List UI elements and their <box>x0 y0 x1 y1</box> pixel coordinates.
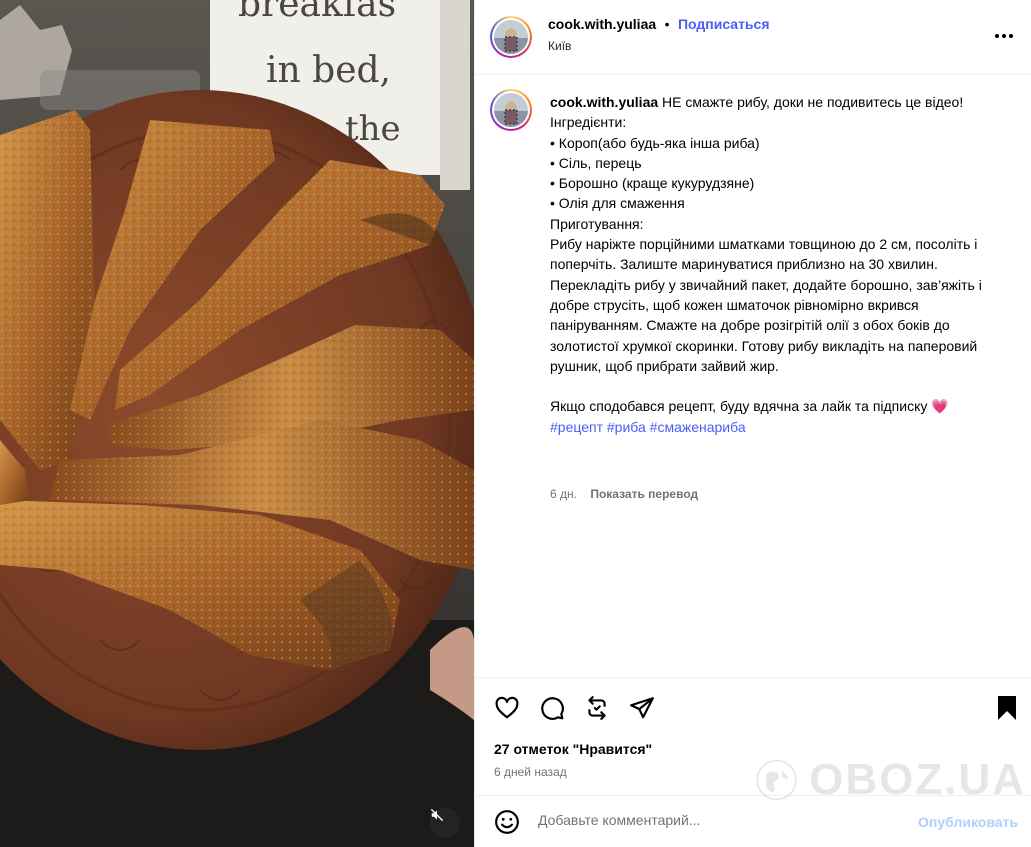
like-button[interactable] <box>493 694 521 722</box>
comment-icon <box>541 697 564 720</box>
bookmark-icon <box>998 696 1016 720</box>
caption-line: Інгредієнти: <box>550 114 627 131</box>
hashtags[interactable]: #рецепт #риба #смаженариба <box>550 419 746 435</box>
post-sidebar: cook.with.yuliaa • Подписаться Київ cook… <box>474 0 1031 847</box>
likes-count[interactable]: 27 отметок "Нравится" <box>494 741 652 757</box>
publish-button[interactable]: Опубликовать <box>918 814 1018 830</box>
caption-line: НЕ смажте рибу, доки не подивитесь це ві… <box>662 94 964 110</box>
post-media[interactable]: breakfas in bed, the <box>0 0 474 847</box>
avatar <box>494 93 528 127</box>
caption-line: • Борошно (краще кукурудзяне) <box>550 175 755 192</box>
repost-icon <box>588 696 606 720</box>
save-button[interactable] <box>993 694 1021 722</box>
volume-muted-icon <box>431 809 443 821</box>
translate-button[interactable]: Показать перевод <box>590 487 698 501</box>
caption-line: Приготування: <box>550 215 644 232</box>
share-button[interactable] <box>628 694 656 722</box>
post-photo: breakfas in bed, the <box>0 0 474 847</box>
post-header: cook.with.yuliaa • Подписаться Київ <box>475 0 1031 75</box>
caption-age: 6 дн. <box>550 487 577 501</box>
caption-line: Якщо сподобався рецепт, буду вдячна за л… <box>550 398 949 415</box>
comment-bar: Опубликовать <box>475 795 1031 847</box>
caption-meta: 6 дн. Показать перевод <box>550 487 698 501</box>
caption-line: • Короп(або будь-яка інша риба) <box>550 134 760 151</box>
more-options-button[interactable] <box>992 24 1016 48</box>
avatar <box>494 20 528 54</box>
caption-avatar[interactable] <box>490 89 532 131</box>
action-bar <box>475 677 1031 737</box>
caption-line: • Олія для смаження <box>550 195 685 212</box>
emoji-icon <box>495 810 519 834</box>
mute-button[interactable] <box>430 808 460 838</box>
caption-line: • Сіль, перець <box>550 154 642 171</box>
header-username[interactable]: cook.with.yuliaa <box>548 16 656 32</box>
caption-username[interactable]: cook.with.yuliaa <box>550 94 658 110</box>
post-date: 6 дней назад <box>494 765 567 779</box>
heart-icon <box>495 696 519 719</box>
emoji-button[interactable] <box>493 808 521 836</box>
more-horizontal-icon <box>995 34 1013 38</box>
repost-button[interactable] <box>583 694 611 722</box>
header-separator: • <box>664 16 670 32</box>
send-icon <box>630 697 654 719</box>
caption-line: Рибу наріжте порційними шматками товщино… <box>550 236 986 374</box>
sign-line-2: in bed, <box>266 50 391 91</box>
comment-button[interactable] <box>538 694 566 722</box>
post-caption: cook.with.yuliaa НЕ смажте рибу, доки не… <box>550 92 1010 437</box>
sign-line-1: breakfas <box>238 0 396 25</box>
follow-button[interactable]: Подписаться <box>678 16 770 32</box>
location-link[interactable]: Київ <box>548 39 571 53</box>
comment-input[interactable] <box>538 812 898 828</box>
header-avatar[interactable] <box>490 16 532 58</box>
